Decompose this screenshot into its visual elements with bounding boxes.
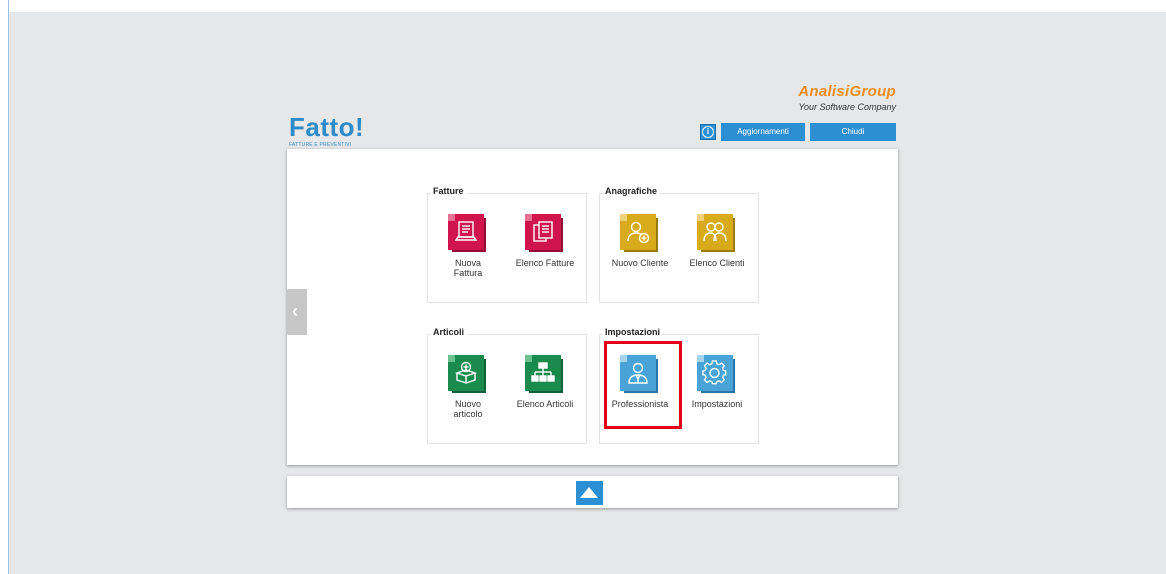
- info-button[interactable]: i: [700, 124, 716, 140]
- tile-nuovo-cliente[interactable]: Nuovo Cliente: [603, 214, 677, 268]
- professional-icon: [620, 355, 656, 391]
- aggiornamenti-button[interactable]: Aggiornamenti: [721, 123, 805, 141]
- tile-label: Nuovo Cliente: [611, 258, 669, 268]
- users-icon: [697, 214, 733, 250]
- tile-nuova-fattura[interactable]: Nuova Fattura: [431, 214, 505, 278]
- previous-page-button[interactable]: ‹: [287, 289, 307, 335]
- info-icon: i: [702, 126, 714, 138]
- chiudi-button[interactable]: Chiudi: [810, 123, 896, 141]
- app-subtitle: FATTURE E PREVENTIVI: [289, 142, 352, 148]
- group-fatture: Fatture Nuova Fattura Elenco Fatture: [427, 186, 587, 303]
- group-anagrafiche: Anagrafiche Nuovo Cliente Elenco Clienti: [599, 186, 759, 303]
- app-title: Fatto!: [289, 112, 365, 142]
- gear-icon: [697, 355, 733, 391]
- tile-label: Nuova Fattura: [453, 258, 483, 278]
- company-logo: AnalisiGroup Your Software Company: [796, 84, 896, 114]
- tile-nuovo-articolo[interactable]: Nuovo articolo: [431, 355, 505, 419]
- app-logo: Fatto! FATTURE E PREVENTIVI: [289, 113, 399, 153]
- tile-impostazioni[interactable]: Impostazioni: [680, 355, 754, 409]
- group-articoli: Articoli Nuovo articolo Elenco Articoli: [427, 327, 587, 444]
- group-title: Articoli: [431, 327, 467, 337]
- main-panel: [287, 149, 898, 465]
- add-user-icon: [620, 214, 656, 250]
- group-title: Anagrafiche: [603, 186, 660, 196]
- add-box-icon: [448, 355, 484, 391]
- tile-elenco-clienti[interactable]: Elenco Clienti: [680, 214, 754, 268]
- chevron-left-icon: ‹: [292, 301, 298, 321]
- invoice-laptop-icon: [448, 214, 484, 250]
- company-name: AnalisiGroup: [798, 83, 896, 100]
- scroll-up-button[interactable]: [576, 481, 603, 505]
- group-title: Impostazioni: [603, 327, 663, 337]
- tile-label: Elenco Fatture: [515, 258, 575, 268]
- hierarchy-icon: [525, 355, 561, 391]
- tile-label: Nuovo articolo: [453, 399, 483, 419]
- group-impostazioni: Impostazioni Professionista Impostazioni: [599, 327, 759, 444]
- tile-label: Elenco Articoli: [516, 399, 574, 409]
- tile-label: Professionista: [611, 399, 669, 409]
- group-title: Fatture: [431, 186, 466, 196]
- tile-elenco-articoli[interactable]: Elenco Articoli: [508, 355, 582, 409]
- documents-list-icon: [525, 214, 561, 250]
- tile-label: Elenco Clienti: [689, 258, 745, 268]
- tile-professionista[interactable]: Professionista: [603, 355, 677, 409]
- tile-label: Impostazioni: [691, 399, 743, 409]
- tile-elenco-fatture[interactable]: Elenco Fatture: [508, 214, 582, 268]
- company-tagline: Your Software Company: [798, 102, 896, 112]
- triangle-up-icon: [580, 487, 598, 498]
